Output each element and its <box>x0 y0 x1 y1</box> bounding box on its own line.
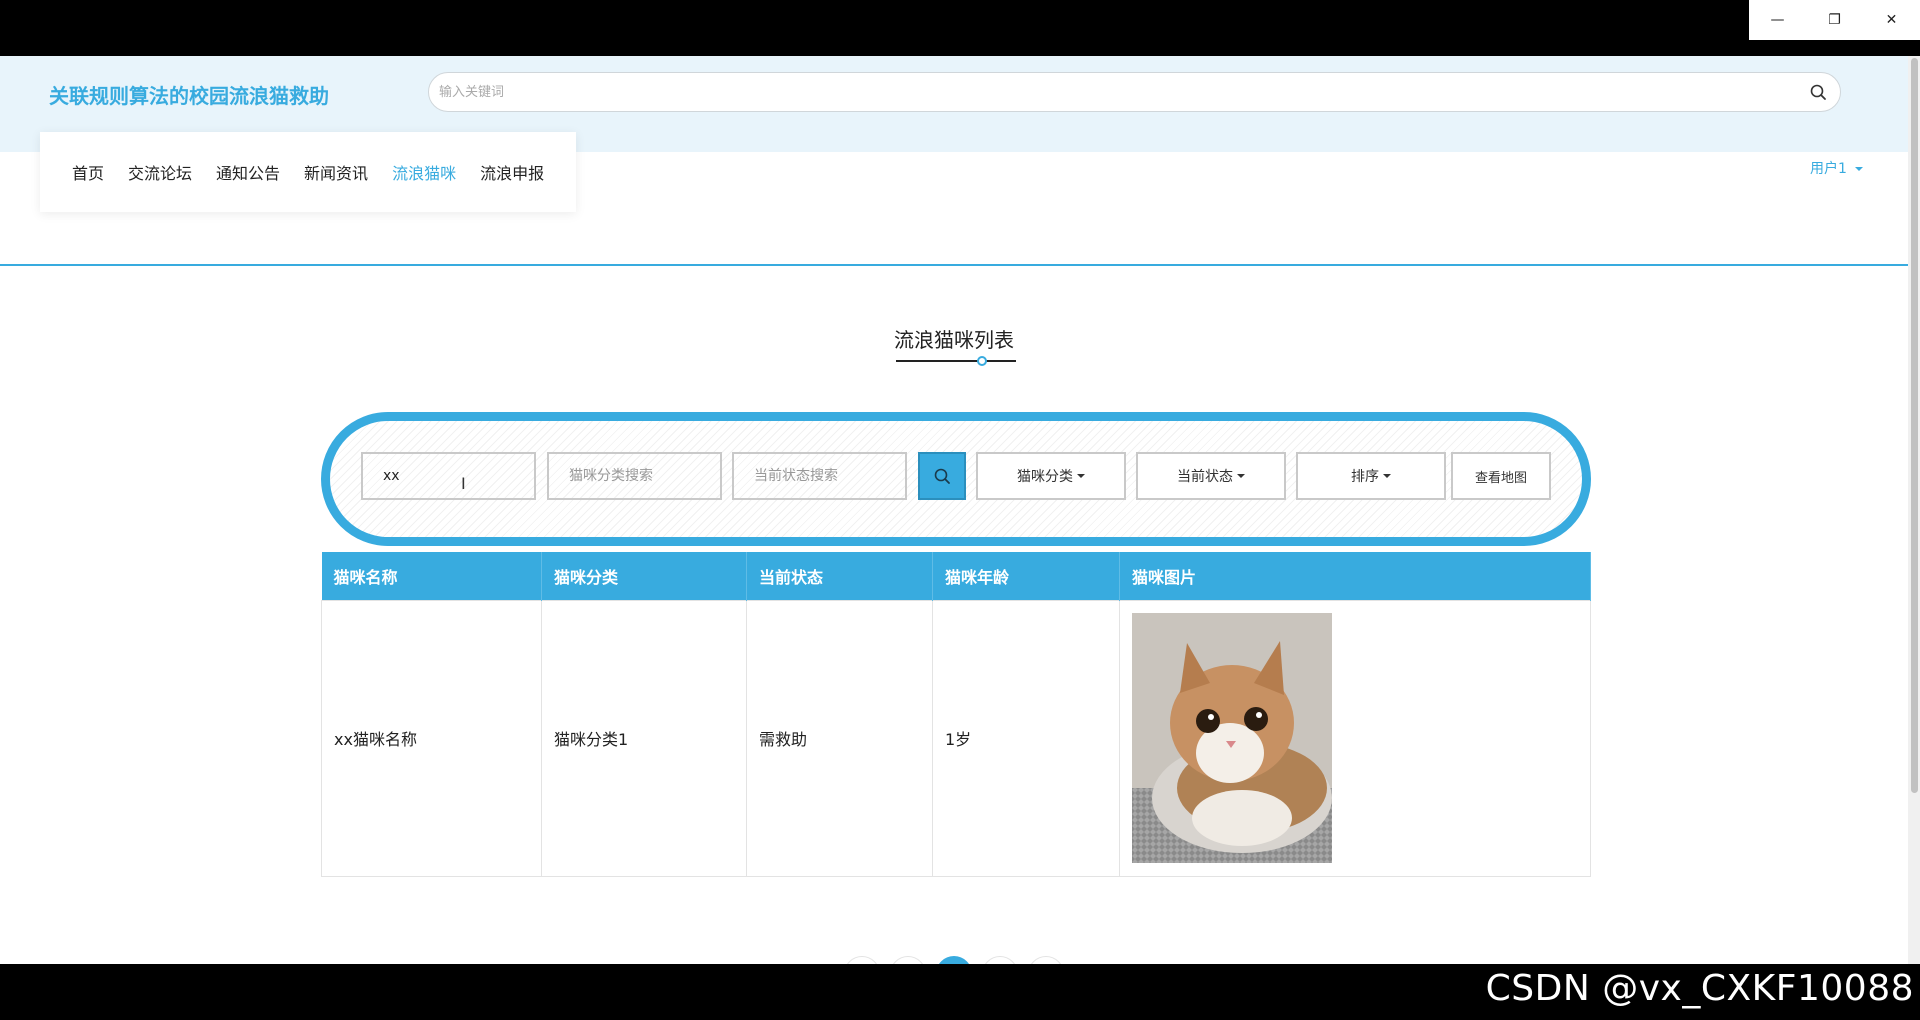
scrollbar-thumb[interactable] <box>1911 58 1918 793</box>
page-button[interactable] <box>890 956 926 964</box>
status-dropdown[interactable]: 当前状态 <box>1136 452 1286 500</box>
col-header-status[interactable]: 当前状态 <box>746 552 933 600</box>
nav-item-home[interactable]: 首页 <box>72 160 104 184</box>
page-button[interactable] <box>982 956 1018 964</box>
table-row[interactable]: xx猫咪名称 猫咪分类1 需救助 1岁 <box>321 599 1591 877</box>
watermark: CSDN @vx_CXKF10088 <box>1485 968 1914 1009</box>
close-icon: ✕ <box>1885 12 1898 28</box>
cell-status: 需救助 <box>746 599 933 877</box>
status-search-input[interactable] <box>732 452 907 500</box>
nav-item-stray-cats[interactable]: 流浪猫咪 <box>392 160 456 184</box>
window-titlebar: — ❐ ✕ <box>0 0 1920 56</box>
main-nav: 首页 交流论坛 通知公告 新闻资讯 流浪猫咪 流浪申报 <box>40 132 576 212</box>
col-header-image[interactable]: 猫咪图片 <box>1119 552 1591 600</box>
text-cursor-icon: I <box>461 474 466 493</box>
cat-name-search-input[interactable] <box>361 452 536 500</box>
user-menu[interactable]: 用户1 <box>1810 158 1864 178</box>
page-prev-button[interactable] <box>844 956 880 964</box>
caret-down-icon <box>1237 474 1245 478</box>
sort-dropdown-label: 排序 <box>1351 469 1379 485</box>
search-icon[interactable] <box>1808 82 1828 102</box>
window-controls: — ❐ ✕ <box>1749 0 1920 40</box>
caret-down-icon <box>1383 474 1391 478</box>
browser-viewport: 关联规则算法的校园流浪猫救助 首页 交流论坛 通知公告 新闻资讯 流浪猫咪 流浪… <box>0 56 1920 964</box>
page-next-button[interactable] <box>1028 956 1064 964</box>
nav-item-stray-report[interactable]: 流浪申报 <box>480 160 544 184</box>
user-name: 用户1 <box>1810 161 1847 177</box>
sort-dropdown[interactable]: 排序 <box>1296 452 1446 500</box>
close-button[interactable]: ✕ <box>1863 0 1920 40</box>
nav-item-news[interactable]: 新闻资讯 <box>304 160 368 184</box>
caret-down-icon <box>1077 474 1085 478</box>
table-header-row: 猫咪名称 猫咪分类 当前状态 猫咪年龄 猫咪图片 <box>321 552 1591 600</box>
col-header-age[interactable]: 猫咪年龄 <box>932 552 1120 600</box>
vertical-scrollbar[interactable] <box>1908 56 1920 964</box>
category-search-input[interactable] <box>547 452 722 500</box>
bottom-bar: CSDN @vx_CXKF10088 <box>0 964 1920 1020</box>
pagination <box>844 956 1064 964</box>
site-title: 关联规则算法的校园流浪猫救助 <box>49 84 329 108</box>
cell-name: xx猫咪名称 <box>321 599 542 877</box>
view-map-button[interactable]: 查看地图 <box>1451 452 1551 500</box>
restore-button[interactable]: ❐ <box>1806 0 1863 40</box>
col-header-category[interactable]: 猫咪分类 <box>541 552 747 600</box>
cell-category: 猫咪分类1 <box>541 599 747 877</box>
title-underline <box>896 360 1016 362</box>
chevron-down-icon <box>1855 167 1864 171</box>
nav-item-notices[interactable]: 通知公告 <box>216 160 280 184</box>
title-underline-dot <box>977 356 987 366</box>
cat-table: 猫咪名称 猫咪分类 当前状态 猫咪年龄 猫咪图片 xx猫咪名称 猫咪分类1 需救… <box>321 552 1591 877</box>
global-search-input[interactable] <box>439 79 1779 105</box>
cat-photo[interactable] <box>1132 613 1332 863</box>
status-dropdown-label: 当前状态 <box>1177 469 1233 485</box>
category-dropdown-label: 猫咪分类 <box>1017 469 1073 485</box>
cell-image <box>1119 599 1591 877</box>
col-header-name[interactable]: 猫咪名称 <box>321 552 542 600</box>
category-dropdown[interactable]: 猫咪分类 <box>976 452 1126 500</box>
restore-icon: ❐ <box>1828 12 1841 28</box>
global-search <box>428 72 1841 112</box>
nav-item-forum[interactable]: 交流论坛 <box>128 160 192 184</box>
search-icon <box>934 468 950 484</box>
minimize-icon: — <box>1770 12 1785 28</box>
cell-age: 1岁 <box>932 599 1120 877</box>
page-button-current[interactable] <box>936 956 972 964</box>
minimize-button[interactable]: — <box>1749 0 1806 40</box>
search-button[interactable] <box>918 452 966 500</box>
page-title: 流浪猫咪列表 <box>894 328 1014 352</box>
